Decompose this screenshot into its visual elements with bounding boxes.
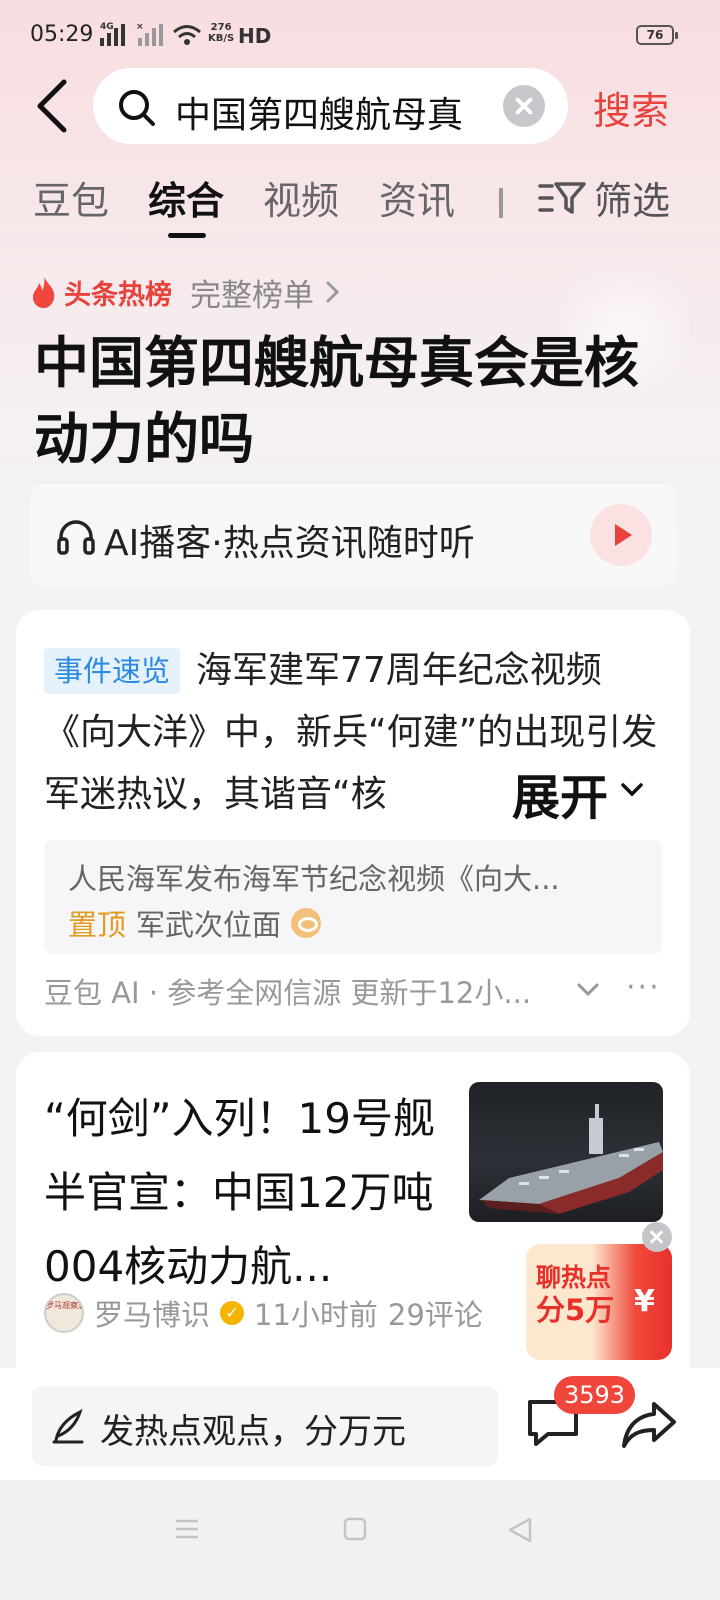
more-options-icon[interactable]: ··· [626, 970, 661, 1005]
filter-label: 筛选 [594, 179, 671, 223]
hot-headline[interactable]: 中国第四艘航母真会是核动力的吗 [34, 325, 674, 477]
flame-icon [33, 277, 55, 308]
ai-source-footer: 豆包 AI · 参考全网信源 更新于12小... [44, 976, 532, 1010]
search-icon [119, 90, 155, 126]
publish-time: 11小时前 [254, 1298, 378, 1332]
verified-badge-icon: ✓ [220, 1301, 245, 1325]
tab-news[interactable]: 资讯 [379, 170, 455, 225]
filter-button[interactable]: 筛选 [538, 170, 670, 225]
active-tab-indicator [168, 233, 206, 238]
article-thumbnail[interactable] [469, 1082, 663, 1222]
pinned-badge: 置顶 [68, 908, 127, 942]
author-avatar[interactable]: 罗马观察志 [44, 1293, 84, 1333]
yen-icon: ¥ [634, 1284, 655, 1319]
search-query[interactable]: 中国第四艘航母真 [175, 86, 485, 138]
signal-strength-icon [100, 24, 125, 46]
play-button[interactable] [590, 504, 652, 566]
tab-comprehensive[interactable]: 综合 [148, 170, 224, 225]
search-input[interactable]: 中国第四艘航母真 [93, 68, 568, 144]
source-meta: 置顶 军武次位面 [68, 902, 322, 944]
bottom-action-bar: 发热点观点，分万元 3593 [0, 1368, 720, 1480]
full-list-link[interactable]: 完整榜单 [190, 270, 314, 315]
comment-count-label: 29评论 [387, 1298, 483, 1332]
chevron-right-icon [326, 281, 340, 303]
filter-icon [538, 181, 586, 214]
back-triangle-icon[interactable] [506, 1516, 534, 1544]
event-badge: 事件速览 [44, 648, 181, 694]
expand-button[interactable]: 展开 [512, 758, 649, 828]
expand-label: 展开 [512, 770, 609, 826]
source-logo-icon [291, 908, 322, 938]
close-promo-button[interactable] [642, 1222, 672, 1252]
battery-icon: 76 [636, 25, 678, 45]
text-fade [416, 762, 516, 824]
network-speed: 276 KB/S [208, 22, 235, 44]
signal-strength-2-icon [138, 24, 163, 46]
status-time: 05:29 [30, 22, 94, 47]
hot-board-row: 头条热榜 完整榜单 [30, 270, 342, 315]
chevron-down-icon [621, 783, 643, 797]
tab-overflow-partial[interactable] [496, 182, 510, 222]
hd-indicator: HD [238, 24, 272, 48]
tab-video[interactable]: 视频 [263, 170, 339, 225]
menu-icon[interactable] [174, 1518, 200, 1540]
wifi-icon [173, 25, 201, 45]
ai-podcast-bar[interactable]: AI播客·热点资讯随时听 [30, 484, 676, 586]
article-title: “何剑”入列！19号舰半官宣：中国12万吨004核动力航... [44, 1094, 435, 1291]
source-title: 人民海军发布海军节纪念视频《向大... [68, 862, 560, 896]
author-name[interactable]: 罗马博识 [94, 1292, 210, 1334]
promo-text: 聊热点 分5万 [536, 1263, 615, 1327]
search-button[interactable]: 搜索 [593, 80, 669, 135]
hot-topic-promo[interactable]: 聊热点 分5万 ¥ [526, 1222, 672, 1360]
hot-board-label: 头条热榜 [64, 279, 172, 311]
clear-search-button[interactable] [503, 85, 545, 127]
event-summary-card[interactable]: 海军建军77周年纪念视频《向大洋》中，新兵“何建”的出现引发军迷热议，其谐音“核… [16, 610, 690, 1036]
headphones-icon [57, 520, 95, 555]
home-icon[interactable] [342, 1516, 368, 1542]
aircraft-carrier-image [479, 1104, 663, 1214]
source-name: 军武次位面 [136, 908, 282, 942]
article-meta: 罗马观察志 罗马博识 ✓ 11小时前 29评论 [44, 1292, 483, 1334]
share-icon[interactable] [620, 1400, 678, 1450]
comment-input[interactable]: 发热点观点，分万元 [32, 1386, 498, 1466]
source-reference[interactable]: 人民海军发布海军节纪念视频《向大... 置顶 军武次位面 [44, 840, 662, 954]
tab-doubao[interactable]: 豆包 [33, 170, 109, 225]
chevron-down-icon[interactable] [576, 982, 600, 998]
comment-placeholder: 发热点观点，分万元 [100, 1412, 406, 1452]
podcast-label: AI播客·热点资讯随时听 [104, 523, 475, 564]
back-arrow-icon[interactable] [30, 78, 80, 134]
pen-icon [52, 1409, 84, 1444]
status-bar: 05:29 4G × 276 KB/S HD 76 [0, 0, 720, 72]
system-navigation-bar [0, 1480, 720, 1600]
